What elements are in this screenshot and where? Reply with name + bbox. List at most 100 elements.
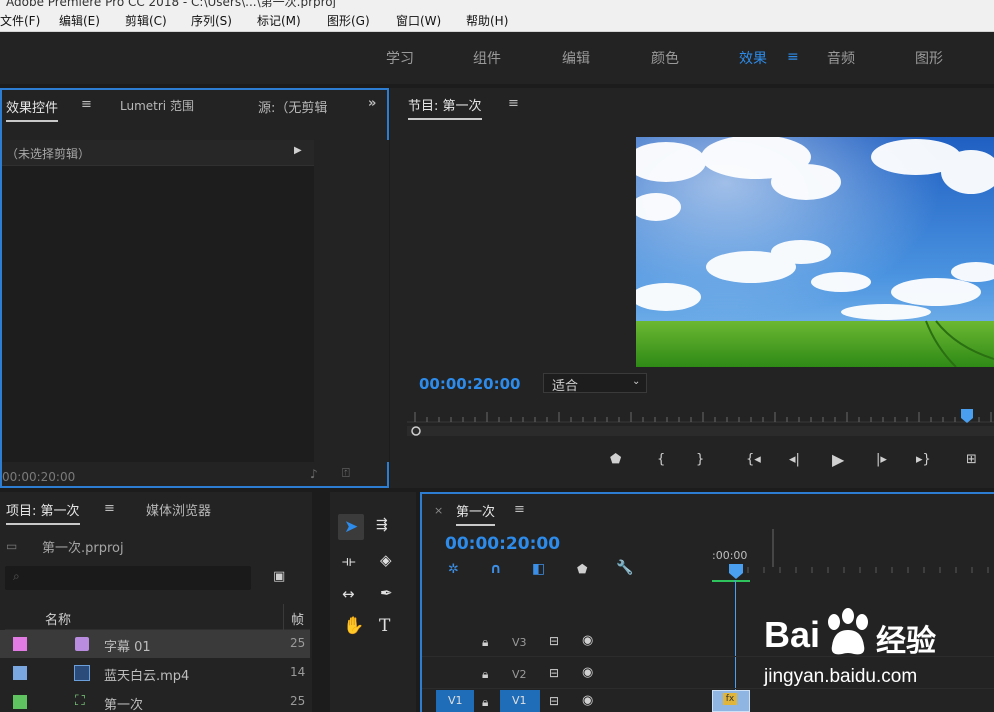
workspace-tab-audio[interactable]: 音频 [827,48,855,68]
workspace-tab-graphics[interactable]: 图形 [915,48,943,68]
project-item[interactable]: 蓝天白云.mp4 14 [0,659,310,687]
menu-clip[interactable]: 剪辑(C) [125,12,167,29]
source-patch[interactable]: V1 [436,690,474,712]
workspace-tab-effects[interactable]: 效果 [739,48,767,68]
linked-selection-icon[interactable]: ◧ [532,561,545,577]
go-to-out-icon[interactable]: ▸} [916,452,931,467]
add-marker-icon[interactable]: ⬟ [610,452,621,467]
timeline-timecode[interactable]: 00:00:20:00 [445,534,560,554]
project-columns-header: 名称 帧 [5,604,310,630]
workspace-tab-learn[interactable]: 学习 [386,48,414,68]
pen-tool-icon[interactable]: ✒ [380,584,393,602]
label-color-swatch[interactable] [13,666,27,680]
sync-lock-icon[interactable]: ⊟ [549,666,559,680]
menu-sequence[interactable]: 序列(S) [191,12,232,29]
close-icon[interactable]: × [434,504,443,517]
tab-source[interactable]: 源:（无剪辑 [258,97,327,116]
video-file-icon [74,665,90,681]
sequence-icon: ⛶ [75,693,85,709]
timeline-title[interactable]: 第一次 [456,501,496,526]
razor-tool-icon[interactable]: ◈ [380,551,392,569]
play-icon[interactable]: ▶ [832,450,844,469]
audio-scrub-icon[interactable]: ♪ [310,467,318,481]
menu-window[interactable]: 窗口(W) [396,12,441,29]
workspace-tab-editing[interactable]: 编辑 [562,48,590,68]
sync-lock-icon[interactable]: ⊟ [549,634,559,648]
project-file-name: 第一次.prproj [42,541,124,556]
title-icon [75,637,89,651]
fx-badge: fx [723,693,737,705]
track-target[interactable]: V1 [500,690,540,712]
ripple-edit-tool-icon[interactable]: ⟛ [342,552,356,570]
tab-menu-icon[interactable]: ≡ [81,97,92,112]
timeline-ruler[interactable] [712,527,994,582]
program-menu-icon[interactable]: ≡ [508,96,519,111]
go-to-in-icon[interactable]: {◂ [746,452,761,467]
project-menu-icon[interactable]: ≡ [104,501,115,516]
fit-select[interactable]: 适合 ⌄ [543,373,647,394]
slip-tool-icon[interactable]: ↔ [342,585,355,603]
menu-edit[interactable]: 编辑(E) [59,12,100,29]
source-patch-label: V1 [448,694,463,707]
new-bin-icon[interactable]: ▣ [273,569,285,584]
step-back-icon[interactable]: ◂| [789,452,800,467]
baidu-watermark: Bai 经验 jingyan.baidu.com [758,604,994,694]
menu-graphics[interactable]: 图形(G) [327,12,370,29]
mark-out-icon[interactable]: } [696,452,704,467]
menu-bar: 文件(F) 编辑(E) 剪辑(C) 序列(S) 标记(M) 图形(G) 窗口(W… [0,8,994,32]
watermark-brand-right: 经验 [876,624,936,659]
eye-icon[interactable]: ◉ [582,693,593,708]
timeline-clip[interactable]: fx [712,690,750,712]
tab-media-browser[interactable]: 媒体浏览器 [146,500,211,519]
snap-magnet-icon[interactable]: ∩ [490,561,501,577]
type-tool-icon[interactable]: T [379,616,390,636]
tab-effect-controls[interactable]: 效果控件 [6,97,59,122]
panel-overflow-icon[interactable]: » [368,96,376,111]
video-preview[interactable] [636,137,994,367]
program-time-ruler[interactable] [407,408,994,440]
program-timecode[interactable]: 00:00:20:00 [419,375,521,393]
export-frame-icon[interactable]: ⍐ [342,466,350,481]
mark-in-icon[interactable]: { [657,452,665,467]
eye-icon[interactable]: ◉ [582,665,593,680]
menu-marker[interactable]: 标记(M) [257,12,301,29]
selection-tool-icon[interactable]: ➤ [344,517,358,537]
tab-lumetri-scopes[interactable]: Lumetri 范围 [120,97,194,114]
step-forward-icon[interactable]: |▸ [876,452,887,467]
effect-timeline-area [314,140,389,462]
eye-icon[interactable]: ◉ [582,633,593,648]
program-monitor-title[interactable]: 节目: 第一次 [408,95,482,120]
workspace-menu-icon[interactable]: ≡ [787,49,799,65]
workspace-tab-color[interactable]: 颜色 [651,48,679,68]
sync-lock-icon[interactable]: ⊟ [549,694,559,708]
lock-icon[interactable]: 🔒︎ [482,635,488,650]
project-item[interactable]: 字幕 01 25 [0,630,310,658]
folder-icon: ▭ [6,539,18,553]
project-search-input[interactable]: ⌕ [5,566,251,590]
workspace-tab-assembly[interactable]: 组件 [473,48,501,68]
label-color-swatch[interactable] [13,637,27,651]
no-clip-selected-label: （未选择剪辑） [6,147,91,161]
column-name[interactable]: 名称 [45,609,71,628]
tab-project[interactable]: 项目: 第一次 [6,500,80,525]
expand-arrow-icon[interactable]: ▶ [294,145,302,156]
project-item[interactable]: ⛶ 第一次 25 [0,688,310,712]
track-name: V2 [512,668,527,681]
hand-tool-icon[interactable]: ✋ [343,616,364,636]
track-select-tool-icon[interactable]: ⇶ [376,517,388,533]
clip-row: （未选择剪辑） ▶ [2,140,314,166]
add-marker-icon[interactable]: ⬟ [577,562,587,576]
watermark-url: jingyan.baidu.com [764,666,918,687]
wrench-icon[interactable]: 🔧 [616,560,633,576]
lock-icon[interactable]: 🔒︎ [482,695,488,710]
label-color-swatch[interactable] [13,695,27,709]
timeline-menu-icon[interactable]: ≡ [514,502,525,517]
sky-field-image [636,137,994,367]
menu-file[interactable]: 文件(F) [0,12,40,29]
column-framerate[interactable]: 帧 [291,609,304,628]
lift-extract-icon[interactable]: ⊞ [966,452,977,467]
lock-icon[interactable]: 🔒︎ [482,667,488,682]
nest-icon[interactable]: ✲ [448,562,459,577]
playhead-marker[interactable] [728,564,744,580]
menu-help[interactable]: 帮助(H) [466,12,508,29]
